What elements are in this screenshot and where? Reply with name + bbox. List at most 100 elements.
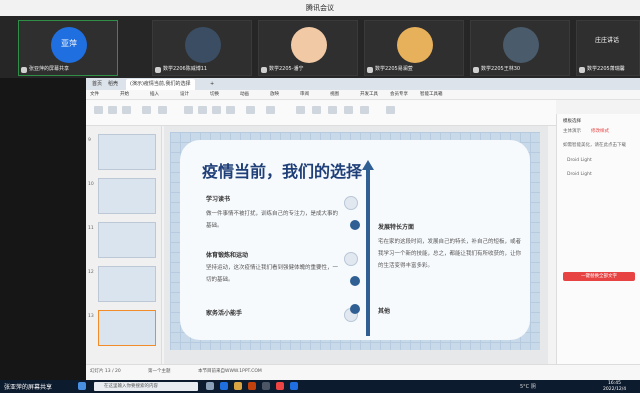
format-painter-icon[interactable] [122, 106, 131, 114]
weather-text: 5°C 阴 [520, 384, 536, 390]
arrange-icon[interactable] [328, 106, 337, 114]
timeline-dot [350, 220, 360, 230]
avatar [503, 27, 539, 63]
participant-name: 张亚萍的屏幕共享 [29, 66, 70, 72]
font-icon[interactable] [184, 106, 193, 114]
participant-tile-3[interactable]: 数学2205-潘宁 [258, 20, 358, 76]
section-heading: 发展特长方面 [378, 224, 415, 231]
clock-date: 2022/12/4 [603, 387, 627, 392]
section-heading: 家务活小能手 [206, 310, 243, 317]
edge-icon[interactable] [220, 382, 228, 390]
thumb-number: 9 [88, 138, 91, 143]
slide-thumbnail[interactable] [98, 178, 156, 214]
slide-card: 疫情当前，我们的选择 学习读书 做一件事情不被打扰，训练自己的专注力，是成大事的… [180, 140, 530, 340]
clock-time: 16:45 [608, 381, 621, 386]
replace-all-text-button[interactable]: 一键替换全部文字 [563, 272, 635, 281]
wps-icon[interactable] [248, 382, 256, 390]
panel-tab-1[interactable]: 主体演示 [563, 128, 581, 134]
participant-tile-5[interactable]: 数学2205王林30 [470, 20, 570, 76]
participant-tile-2[interactable]: 数学2206陈威博11 [152, 20, 252, 76]
slide-editing-canvas: 疫情当前，我们的选择 学习读书 做一件事情不被打扰，训练自己的专注力，是成大事的… [164, 126, 548, 364]
slide-title: 疫情当前，我们的选择 [202, 162, 363, 181]
font-option-1[interactable]: Droid Light [567, 158, 592, 163]
tencent-meeting-icon[interactable] [290, 382, 298, 390]
new-slide-icon[interactable] [142, 106, 151, 114]
meeting-window-title: 腾讯会议 [0, 0, 640, 16]
slideshow-icon[interactable] [386, 106, 395, 114]
menu-design[interactable]: 设计 [180, 90, 189, 100]
theme-name: 第一个主题 [148, 369, 171, 374]
file-explorer-icon[interactable] [234, 382, 242, 390]
thumb-number: 10 [88, 182, 94, 187]
slide-thumbnail[interactable] [98, 134, 156, 170]
participant-name: 数学2205-潘宁 [269, 66, 304, 72]
slide-thumbnail[interactable] [98, 266, 156, 302]
participant-tile-4[interactable]: 数学2205易澜萱 [364, 20, 464, 76]
italic-icon[interactable] [226, 106, 235, 114]
menu-animation[interactable]: 动画 [240, 90, 249, 100]
section-body: 坚持运动，这次疫情让我们看到强健体魄的重要性，一切的基础。 [206, 265, 339, 283]
source-website: 本节目前来自WWW.1PPT.COM [198, 369, 262, 374]
layout-icon[interactable] [158, 106, 167, 114]
avatar-text: 亚萍 [61, 39, 77, 48]
section-body: 宅在家的这段时间，发展自己的特长，补自己的短板，或者我学习一个新的技能，总之，都… [378, 239, 522, 269]
slide-thumbnail[interactable] [98, 222, 156, 258]
bullets-icon[interactable] [266, 106, 275, 114]
menu-file[interactable]: 文件 [90, 90, 99, 100]
section-heading: 其他 [378, 308, 391, 315]
font-option-2[interactable]: Droid Light [567, 172, 592, 177]
thumb-number: 12 [88, 270, 94, 275]
status-bar: 幻灯片 13 / 20 第一个主题 本节目前来自WWW.1PPT.COM [86, 364, 640, 380]
menu-review[interactable]: 审阅 [300, 90, 309, 100]
task-view-icon[interactable] [206, 382, 214, 390]
app-icon[interactable] [276, 382, 284, 390]
tab-docer[interactable]: 稻壳 [104, 79, 122, 90]
thumb-number: 13 [88, 314, 94, 319]
bold-icon[interactable] [212, 106, 221, 114]
find-icon[interactable] [344, 106, 353, 114]
replace-icon[interactable] [360, 106, 369, 114]
menu-member[interactable]: 会员专享 [390, 90, 408, 100]
slide-thumbnail-selected[interactable] [98, 310, 156, 346]
timeline-bar [366, 168, 370, 336]
menu-home[interactable]: 开始 [120, 90, 129, 100]
menu-smart-tools[interactable]: 智能工具箱 [420, 90, 443, 100]
font-size-icon[interactable] [198, 106, 207, 114]
participant-name: 数学2205萧瑞馨 [587, 66, 625, 72]
menu-insert[interactable]: 插入 [150, 90, 159, 100]
wps-menu-bar: 文件 开始 插入 设计 切换 动画 放映 审阅 视图 开发工具 会员专享 智能工… [86, 90, 640, 100]
avatar [185, 27, 221, 63]
menu-transition[interactable]: 切换 [210, 90, 219, 100]
textbox-icon[interactable] [296, 106, 305, 114]
chat-icon [344, 252, 358, 266]
section-body: 做一件事情不被打扰，训练自己的专注力，是成大事的基础。 [206, 211, 339, 229]
section-heading: 体育锻炼和运动 [206, 252, 249, 259]
panel-tab-2[interactable]: 修改样式 [591, 128, 609, 134]
participant-tile-6[interactable]: 庄庄讲话 数学2205萧瑞馨 [576, 20, 640, 76]
menu-slideshow[interactable]: 放映 [270, 90, 279, 100]
participant-name: 数学2205易澜萱 [375, 66, 413, 72]
participant-tile-1[interactable]: 亚萍 张亚萍的屏幕共享 [18, 20, 118, 76]
avatar: 亚萍 [51, 27, 87, 63]
cut-icon[interactable] [108, 106, 117, 114]
tab-presentation[interactable]: (演示)疫情当前,我们的选择 [126, 79, 195, 90]
windows-taskbar: 在这里输入你要搜索的内容 5°C 阴 16:45 2022/12/4 [0, 380, 640, 393]
start-icon[interactable] [78, 382, 86, 390]
slide[interactable]: 疫情当前，我们的选择 学习读书 做一件事情不被打扰，训练自己的专注力，是成大事的… [170, 132, 540, 350]
taskbar-search-input[interactable]: 在这里输入你要搜索的内容 [94, 382, 198, 391]
app-icon[interactable] [262, 382, 270, 390]
align-icon[interactable] [246, 106, 255, 114]
slide-thumbnail-panel: 9 10 11 12 13 [86, 126, 162, 364]
timeline-dot [350, 304, 360, 314]
paste-icon[interactable] [94, 106, 103, 114]
section-heading: 学习读书 [206, 196, 231, 203]
menu-view[interactable]: 视图 [330, 90, 339, 100]
participant-name: 数学2205王林30 [481, 66, 521, 72]
menu-devtools[interactable]: 开发工具 [360, 90, 378, 100]
tab-add[interactable]: + [206, 79, 218, 90]
my-screen-share-label: 张亚萍的屏幕共享 [4, 384, 53, 391]
wps-tab-bar: 首页 稻壳 (演示)疫情当前,我们的选择 + [86, 78, 640, 90]
participant-video-strip: 亚萍 张亚萍的屏幕共享 数学2206陈威博11 数学2205-潘宁 数学2205… [0, 16, 640, 78]
avatar [291, 27, 327, 63]
shapes-icon[interactable] [312, 106, 321, 114]
